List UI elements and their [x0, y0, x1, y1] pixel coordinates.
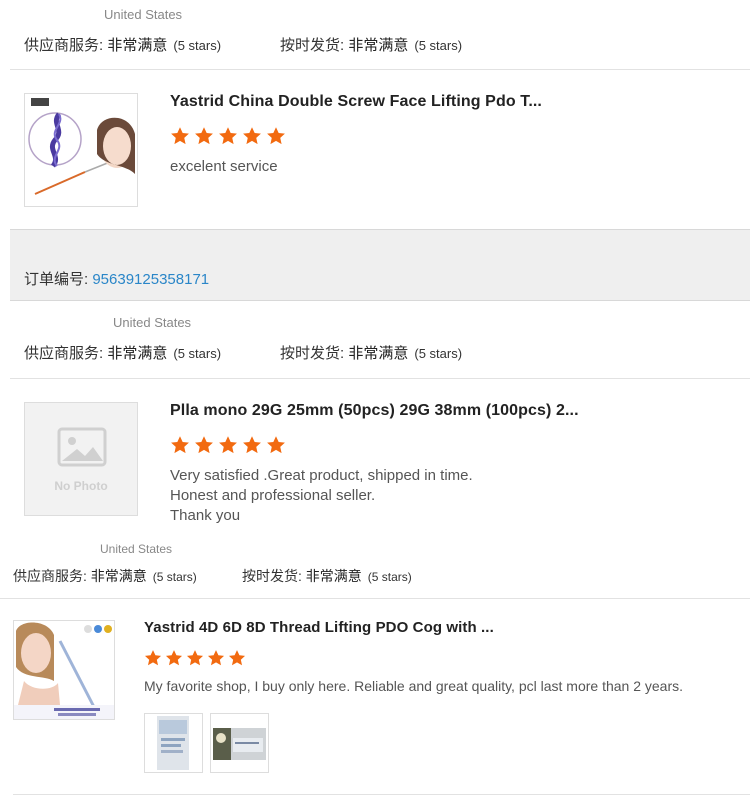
country-label: United States: [100, 542, 173, 556]
star-icon: [242, 126, 262, 146]
rating-stars: [170, 126, 286, 146]
ontime-delivery-rating: 按时发货: 非常满意 (5 stars): [280, 37, 463, 54]
star-icon: [194, 126, 214, 146]
star-icon: [170, 126, 190, 146]
supplier-service-rating: 供应商服务: 非常满意 (5 stars): [24, 345, 222, 362]
review-photo-thumbnail[interactable]: [144, 713, 203, 773]
order-bar: [10, 229, 750, 301]
star-icon: [266, 126, 286, 146]
ontime-delivery-rating: 按时发货: 非常满意 (5 stars): [242, 568, 412, 584]
review-comment: excelent service: [170, 158, 278, 175]
star-icon: [218, 126, 238, 146]
rating-stars: [170, 435, 286, 455]
star-icon: [228, 649, 246, 667]
product-thumbnail[interactable]: [13, 620, 115, 720]
supplier-service-rating: 供应商服务: 非常满意 (5 stars): [13, 568, 197, 584]
star-icon: [266, 435, 286, 455]
review-comment: Very satisfied .Great product, shipped i…: [170, 467, 473, 524]
star-icon: [207, 649, 225, 667]
rating-stars: [144, 649, 246, 667]
review-comment: My favorite shop, I buy only here. Relia…: [144, 678, 684, 694]
divider: [0, 598, 750, 599]
supplier-service-rating: 供应商服务: 非常满意 (5 stars): [24, 37, 222, 54]
order-number-link[interactable]: 95639125358171: [92, 271, 209, 288]
divider: [10, 69, 750, 70]
product-title[interactable]: Yastrid 4D 6D 8D Thread Lifting PDO Cog …: [144, 619, 494, 636]
no-photo-icon: [25, 403, 137, 515]
star-icon: [218, 435, 238, 455]
star-icon: [186, 649, 204, 667]
no-photo-label: No Photo: [54, 479, 108, 493]
divider: [13, 794, 750, 795]
review-photo: [211, 714, 268, 772]
product-title[interactable]: Yastrid China Double Screw Face Lifting …: [170, 93, 542, 111]
star-icon: [194, 435, 214, 455]
review-photo: [145, 714, 202, 772]
star-icon: [165, 649, 183, 667]
product-image: [14, 621, 114, 719]
ontime-delivery-rating: 按时发货: 非常满意 (5 stars): [280, 345, 463, 362]
product-title[interactable]: Plla mono 29G 25mm (50pcs) 29G 38mm (100…: [170, 402, 579, 420]
product-thumbnail[interactable]: No Photo: [24, 402, 138, 516]
star-icon: [144, 649, 162, 667]
product-thumbnail[interactable]: [24, 93, 138, 207]
star-icon: [242, 435, 262, 455]
country-label: United States: [104, 7, 183, 22]
review-photo-thumbnail[interactable]: [210, 713, 269, 773]
product-image: [25, 94, 137, 206]
star-icon: [170, 435, 190, 455]
order-number-row: 订单编号: 95639125358171: [24, 271, 210, 288]
divider: [10, 378, 750, 379]
country-label: United States: [113, 315, 192, 330]
